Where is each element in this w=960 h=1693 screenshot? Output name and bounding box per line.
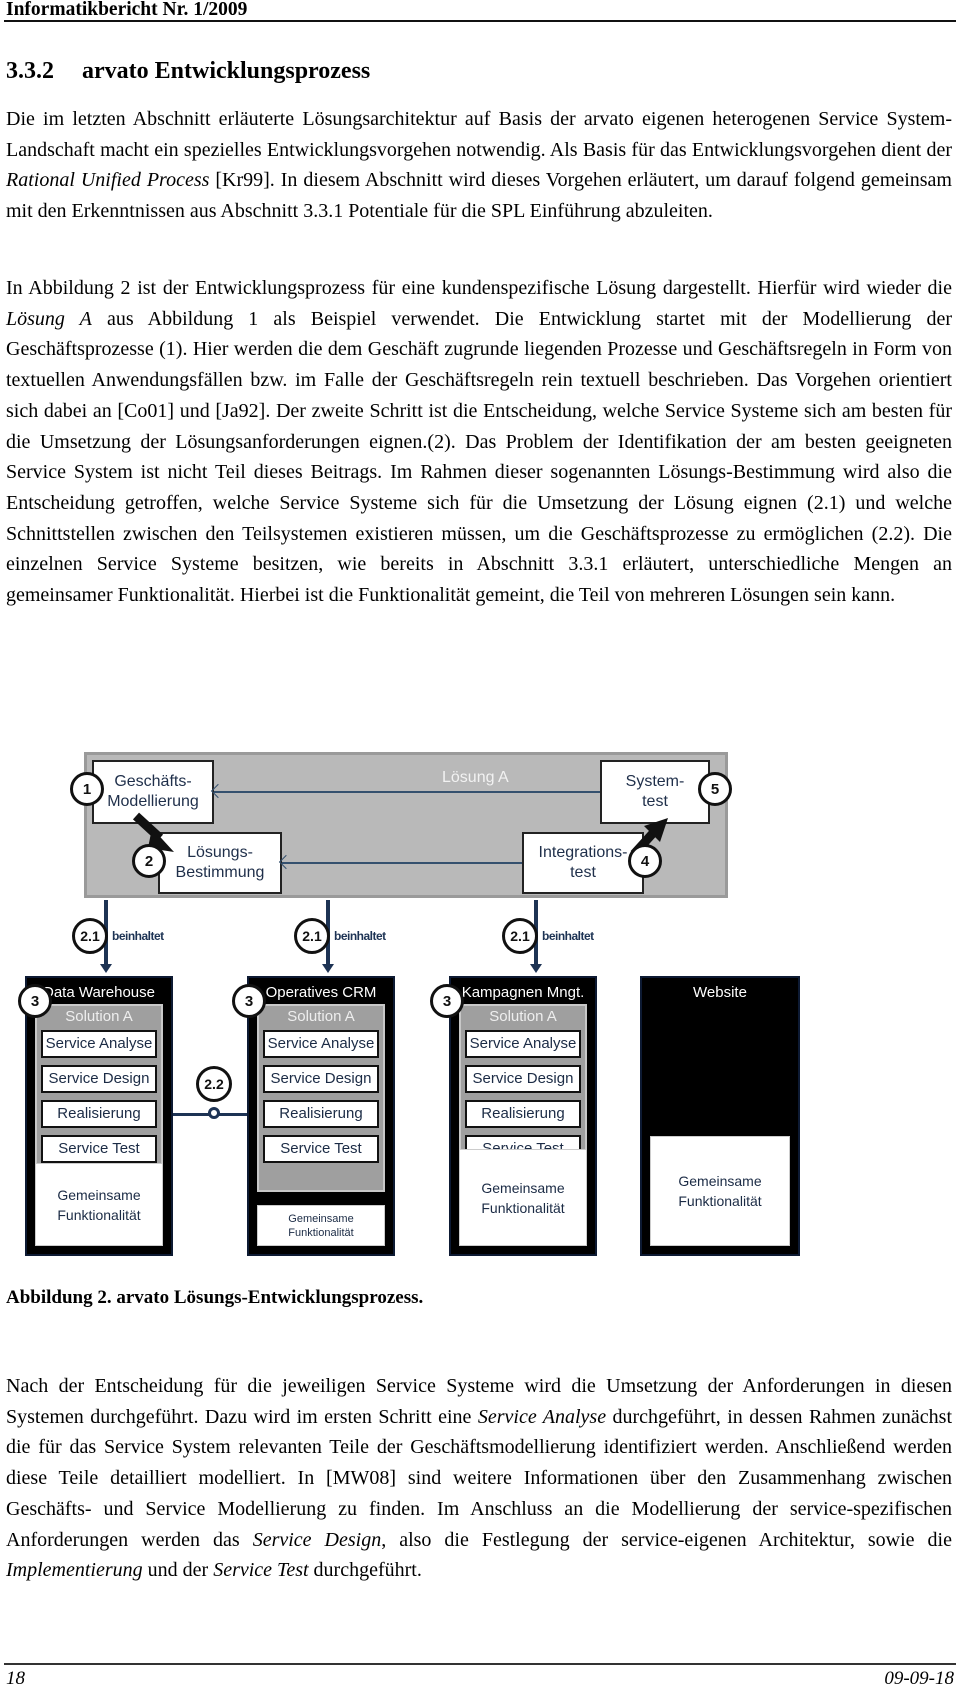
italic-term: Rational Unified Process xyxy=(6,169,210,192)
step-number-3: 3 xyxy=(430,984,464,1018)
step-number-3: 3 xyxy=(18,984,52,1018)
step-number-2: 2 xyxy=(132,844,166,878)
text-run: durchgeführt. xyxy=(308,1559,422,1582)
solution-label: Solution A xyxy=(489,1008,557,1025)
running-header: Informatikbericht Nr. 1/2009 xyxy=(6,0,248,20)
phase-service-design: Service Design xyxy=(465,1065,581,1093)
phase-service-design: Service Design xyxy=(263,1065,379,1093)
common-label: Gemeinsame Funktionalität xyxy=(57,1186,141,1223)
paragraph-1: Die im letzten Abschnitt erläuterte Lösu… xyxy=(6,104,952,227)
down-arrow-icon xyxy=(100,964,112,973)
back-arrow-top xyxy=(214,791,600,793)
footer-date: 09-09-18 xyxy=(884,1668,954,1689)
step-label: Geschäfts- Modellierung xyxy=(107,773,199,810)
system-title: Website xyxy=(693,984,747,1001)
system-title: Operatives CRM xyxy=(265,984,377,1001)
interface-ring-icon xyxy=(208,1107,220,1119)
common-functionality: Gemeinsame Funktionalität xyxy=(257,1205,385,1246)
paragraph-3: Nach der Entscheidung für die jeweiligen… xyxy=(6,1371,952,1586)
phase-realisierung: Realisierung xyxy=(465,1100,581,1128)
paragraph-2: In Abbildung 2 ist der Entwicklungsproze… xyxy=(6,273,952,611)
phase-service-test: Service Test xyxy=(263,1135,379,1163)
system-title: Kampagnen Mngt. xyxy=(461,984,585,1001)
section-heading: 3.3.2 arvato Entwicklungsprozess xyxy=(6,58,370,85)
italic-term: Lösung A xyxy=(6,307,92,330)
text-run: aus Abbildung 1 als Beispiel verwendet. … xyxy=(6,307,952,607)
back-arrow-bottom xyxy=(282,862,522,864)
phase-service-analyse: Service Analyse xyxy=(263,1030,379,1058)
header-rule xyxy=(4,20,956,22)
solution-block: Solution A Service Analyse Service Desig… xyxy=(257,1004,385,1192)
italic-term: Implementierung xyxy=(6,1559,143,1582)
step-number-2-2: 2.2 xyxy=(196,1066,232,1102)
common-functionality: Gemeinsame Funktionalität xyxy=(650,1136,790,1246)
step-number-3: 3 xyxy=(232,984,266,1018)
figure-caption: Abbildung 2. arvato Lösungs-Entwicklungs… xyxy=(6,1287,424,1308)
common-label: Gemeinsame Funktionalität xyxy=(288,1212,354,1239)
step-number-2-1: 2.1 xyxy=(72,918,108,954)
system-website: Website Gemeinsame Funktionalität xyxy=(640,976,800,1256)
frame-label: Lösung A xyxy=(442,769,509,786)
contains-label: beinhaltet xyxy=(542,929,594,943)
footer-rule xyxy=(4,1663,956,1665)
system-operatives-crm: Operatives CRM Solution A Service Analys… xyxy=(247,976,395,1256)
text-run: , also die Festlegung der service-eigene… xyxy=(381,1528,952,1551)
process-figure: Lösung A Geschäfts- Modellierung Lösungs… xyxy=(0,740,960,1280)
section-title: arvato Entwicklungsprozess xyxy=(82,58,371,84)
step-label: Integrations- test xyxy=(538,844,628,881)
text-run: Die im letzten Abschnitt erläuterte Lösu… xyxy=(6,108,952,161)
italic-term: Service Test xyxy=(213,1559,309,1582)
common-functionality: Gemeinsame Funktionalität xyxy=(35,1163,163,1246)
common-functionality: Gemeinsame Funktionalität xyxy=(459,1149,587,1246)
italic-term: Service Analyse xyxy=(477,1405,607,1428)
phase-realisierung: Realisierung xyxy=(263,1100,379,1128)
phase-realisierung: Realisierung xyxy=(41,1100,157,1128)
down-arrow-icon xyxy=(530,964,542,973)
phase-service-analyse: Service Analyse xyxy=(465,1030,581,1058)
phase-service-analyse: Service Analyse xyxy=(41,1030,157,1058)
step-number-4: 4 xyxy=(628,844,662,878)
step-number-5: 5 xyxy=(698,772,732,806)
text-run: und der xyxy=(142,1559,214,1582)
step-number-1: 1 xyxy=(70,772,104,806)
section-number: 3.3.2 xyxy=(6,58,54,84)
text-run: In Abbildung 2 ist der Entwicklungsproze… xyxy=(6,277,952,299)
solution-label: Solution A xyxy=(287,1008,355,1025)
system-data-warehouse: Data Warehouse Solution A Service Analys… xyxy=(25,976,173,1256)
common-label: Gemeinsame Funktionalität xyxy=(481,1179,565,1216)
step-label: System- test xyxy=(625,773,685,810)
step-number-2-1: 2.1 xyxy=(502,918,538,954)
down-arrow-icon xyxy=(322,964,334,973)
solution-label: Solution A xyxy=(65,1008,133,1025)
phase-service-design: Service Design xyxy=(41,1065,157,1093)
phase-service-test: Service Test xyxy=(41,1135,157,1163)
common-label: Gemeinsame Funktionalität xyxy=(678,1173,762,1209)
page-number: 18 xyxy=(6,1668,25,1689)
contains-label: beinhaltet xyxy=(112,929,164,943)
system-kampagnen-mngt: Kampagnen Mngt. Solution A Service Analy… xyxy=(449,976,597,1256)
italic-term: Service Design xyxy=(252,1528,382,1551)
contains-label: beinhaltet xyxy=(334,929,386,943)
step-number-2-1: 2.1 xyxy=(294,918,330,954)
